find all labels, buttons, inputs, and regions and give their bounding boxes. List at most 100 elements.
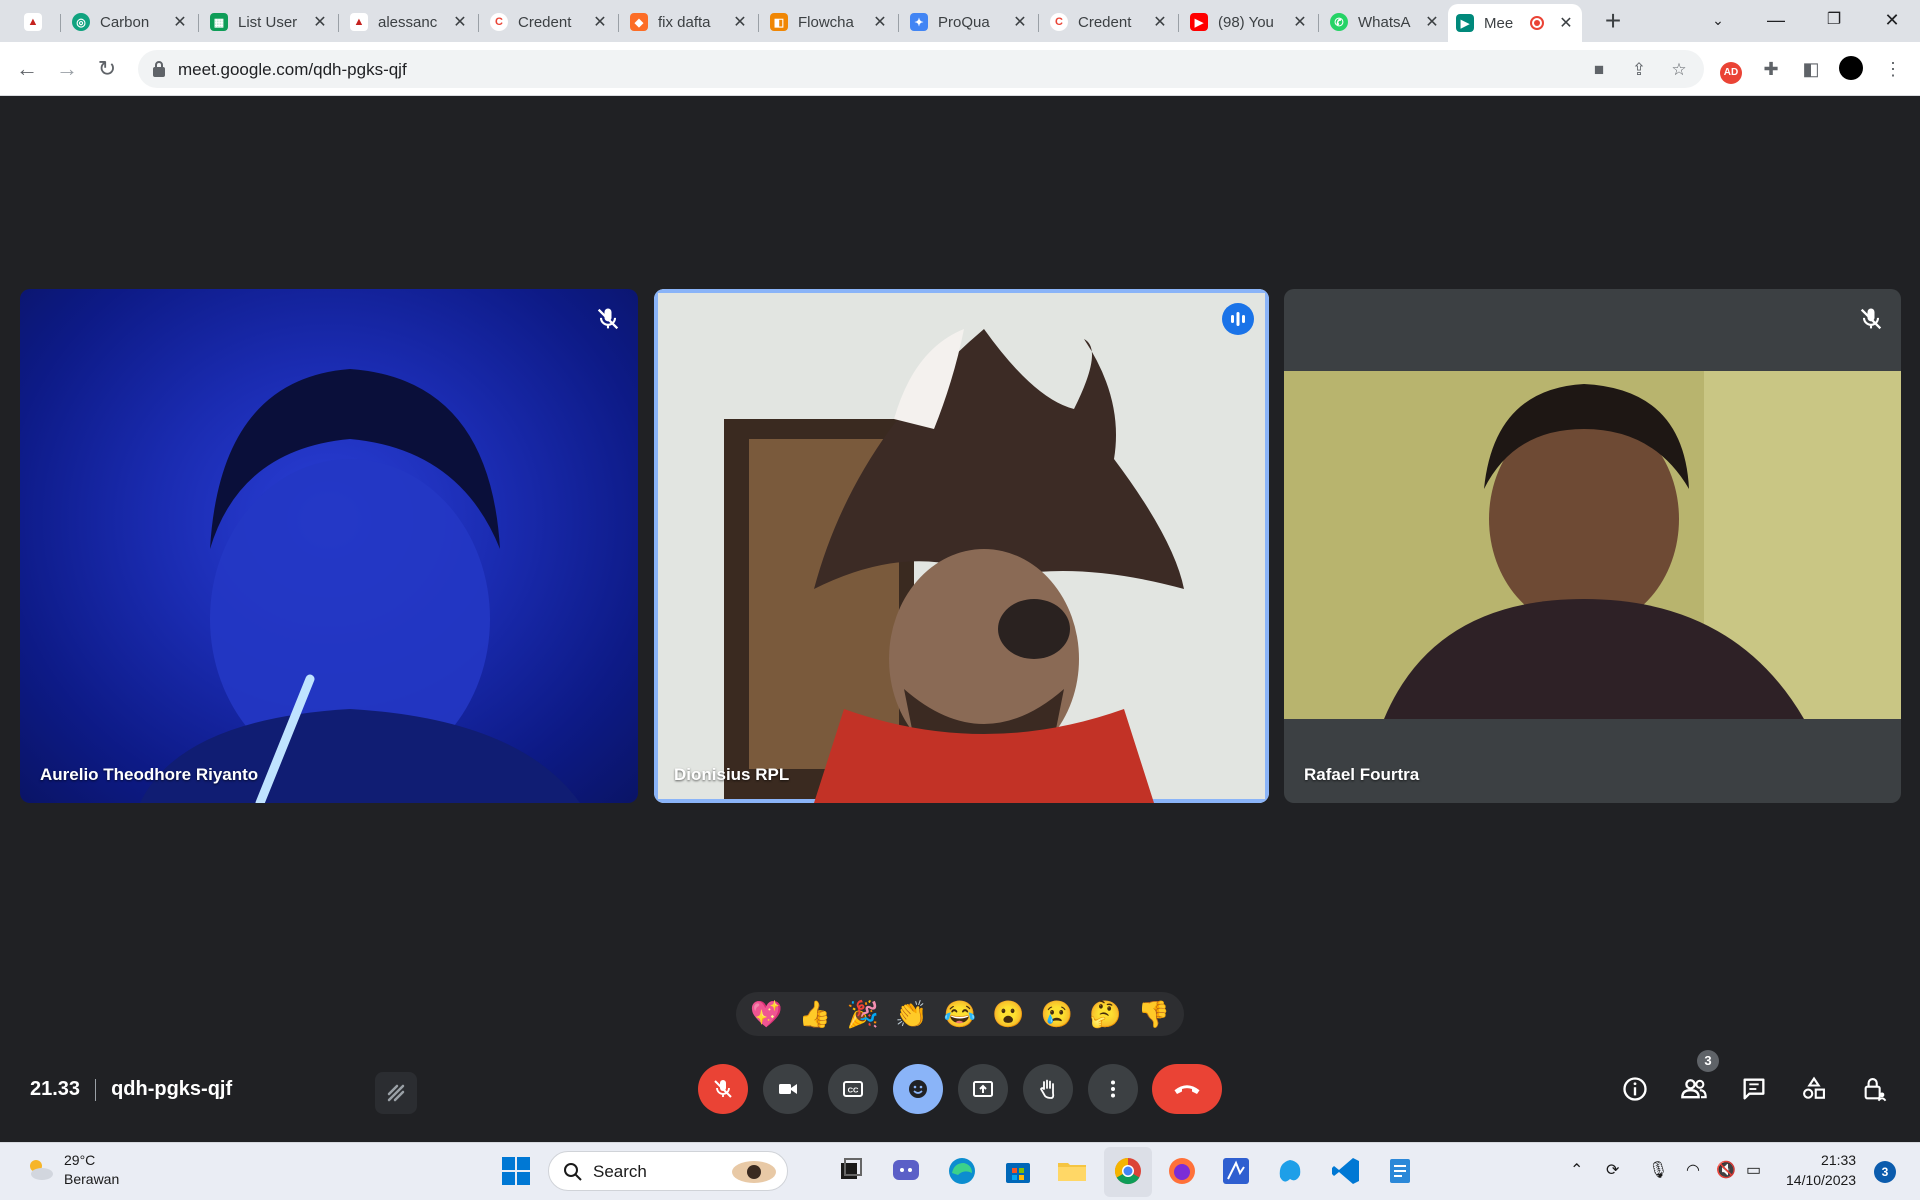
notepad-icon[interactable] <box>1382 1153 1418 1189</box>
reaction-thinking[interactable]: 🤔 <box>1083 999 1127 1030</box>
task-view-icon[interactable] <box>832 1153 868 1189</box>
browser-menu-icon[interactable]: ⋮ <box>1880 56 1906 82</box>
camera-in-use-icon[interactable]: ■ <box>1588 59 1610 81</box>
close-window-button[interactable]: ✕ <box>1870 6 1914 34</box>
host-controls-button[interactable] <box>1858 1072 1892 1106</box>
browser-tab[interactable]: ▲ <box>16 7 56 37</box>
close-tab-icon[interactable]: ✕ <box>872 12 888 32</box>
microphone-icon[interactable]: 🎙 <box>1648 1160 1668 1180</box>
browser-tab[interactable]: ▦ List User ✕ <box>202 7 336 37</box>
browser-tab-active[interactable]: ▶ Mee ✕ <box>1448 4 1582 42</box>
browser-tab[interactable]: C Credent ✕ <box>1042 7 1176 37</box>
captions-button[interactable]: CC <box>828 1064 878 1114</box>
bookmark-star-icon[interactable]: ☆ <box>1668 59 1690 81</box>
reaction-thumbs-down[interactable]: 👎 <box>1132 999 1176 1030</box>
reaction-clapping[interactable]: 👏 <box>890 999 934 1030</box>
close-tab-icon[interactable]: ✕ <box>452 12 468 32</box>
vscode-icon[interactable] <box>1328 1153 1364 1189</box>
browser-tab[interactable]: ◆ fix dafta ✕ <box>622 7 756 37</box>
people-button[interactable] <box>1677 1072 1711 1106</box>
present-screen-button[interactable] <box>958 1064 1008 1114</box>
windows-start-icon[interactable] <box>498 1153 534 1189</box>
share-icon[interactable]: ⇪ <box>1628 59 1650 81</box>
close-tab-icon[interactable]: ✕ <box>1292 12 1308 32</box>
chrome-browser-icon[interactable] <box>1110 1153 1146 1189</box>
adblock-extension-icon[interactable]: AD <box>1718 56 1744 84</box>
close-tab-icon[interactable]: ✕ <box>1012 12 1028 32</box>
tab-divider <box>60 14 61 32</box>
browser-tab[interactable]: ▶ (98) You ✕ <box>1182 7 1316 37</box>
tab-search-button[interactable]: ⌄ <box>1696 6 1740 34</box>
weather-widget[interactable]: 29°C Berawan <box>24 1151 119 1189</box>
leave-call-button[interactable] <box>1152 1064 1222 1114</box>
microsoft-store-icon[interactable] <box>1000 1153 1036 1189</box>
participant-tile[interactable]: Aurelio Theodhore Riyanto <box>20 289 638 803</box>
close-tab-icon[interactable]: ✕ <box>592 12 608 32</box>
edge-browser-icon[interactable] <box>944 1153 980 1189</box>
meeting-details-button[interactable] <box>1618 1072 1652 1106</box>
close-tab-icon[interactable]: ✕ <box>732 12 748 32</box>
browser-tab[interactable]: ✆ WhatsA ✕ <box>1322 7 1448 37</box>
browser-tab[interactable]: ✦ ProQua ✕ <box>902 7 1036 37</box>
wifi-icon[interactable]: ◠ <box>1686 1160 1700 1180</box>
divider <box>95 1078 97 1101</box>
firefox-browser-icon[interactable] <box>1164 1153 1200 1189</box>
taskbar-search-box[interactable]: Search <box>548 1151 788 1191</box>
close-tab-icon[interactable]: ✕ <box>1424 12 1440 32</box>
extensions-puzzle-icon[interactable]: ✚ <box>1758 56 1784 82</box>
meeting-info: 21.33 qdh-pgks-qjf <box>30 1078 232 1101</box>
speaker-muted-icon[interactable]: 🔇 <box>1716 1160 1736 1180</box>
gitlab-icon: ◆ <box>630 13 648 31</box>
reaction-party-popper[interactable]: 🎉 <box>841 999 885 1030</box>
profile-avatar[interactable] <box>1838 56 1864 82</box>
reaction-thumbs-up[interactable]: 👍 <box>793 999 837 1030</box>
battery-icon[interactable]: ▭ <box>1746 1160 1761 1180</box>
participant-tile-active-speaker[interactable]: Dionisius RPL <box>654 289 1269 803</box>
teams-chat-icon[interactable] <box>888 1153 924 1189</box>
google-cloud-icon: C <box>1050 13 1068 31</box>
side-panel-icon[interactable]: ◧ <box>1798 56 1824 82</box>
new-tab-button[interactable]: + <box>1598 6 1628 36</box>
back-button[interactable]: ← <box>12 54 42 84</box>
reload-button[interactable]: ↻ <box>92 54 122 84</box>
close-tab-icon[interactable]: ✕ <box>172 12 188 32</box>
more-vert-icon <box>1111 1080 1115 1098</box>
show-hidden-icons-chevron-icon[interactable]: ⌃ <box>1570 1160 1583 1180</box>
floating-widget-icon[interactable] <box>375 1072 417 1114</box>
chat-button[interactable] <box>1737 1072 1771 1106</box>
sync-icon[interactable]: ⟳ <box>1606 1160 1619 1180</box>
mic-off-icon <box>714 1080 732 1098</box>
close-tab-icon[interactable]: ✕ <box>1152 12 1168 32</box>
notification-badge[interactable]: 3 <box>1874 1161 1896 1183</box>
search-label: Search <box>593 1162 647 1181</box>
browser-tab[interactable]: ◎ Carbon ✕ <box>64 7 196 37</box>
google-sheets-icon: ▦ <box>210 13 228 31</box>
system-clock[interactable]: 21:33 14/10/2023 <box>1786 1150 1856 1190</box>
camera-toggle-button[interactable] <box>763 1064 813 1114</box>
close-tab-icon[interactable]: ✕ <box>1558 13 1574 33</box>
restore-button[interactable]: ❐ <box>1812 6 1856 34</box>
tab-divider <box>1038 14 1039 32</box>
forward-button[interactable]: → <box>52 54 82 84</box>
close-tab-icon[interactable]: ✕ <box>312 12 328 32</box>
more-options-button[interactable] <box>1088 1064 1138 1114</box>
reaction-surprised[interactable]: 😮 <box>986 999 1030 1030</box>
minimize-button[interactable]: — <box>1754 6 1798 34</box>
file-explorer-icon[interactable] <box>1054 1153 1090 1189</box>
chat-icon <box>1743 1078 1765 1100</box>
app-launcher-icon[interactable] <box>1218 1153 1254 1189</box>
browser-tab[interactable]: C Credent ✕ <box>482 7 616 37</box>
windows-taskbar: 29°C Berawan Search ⌃ ⟳ 🎙 ◠ 🔇 ▭ 21:33 14… <box>0 1142 1920 1200</box>
address-bar[interactable]: meet.google.com/qdh-pgks-qjf ■ ⇪ ☆ <box>138 50 1704 88</box>
browser-tab[interactable]: ◧ Flowcha ✕ <box>762 7 896 37</box>
reaction-laughing[interactable]: 😂 <box>938 999 982 1030</box>
activities-button[interactable] <box>1797 1072 1831 1106</box>
microphone-toggle-button[interactable] <box>698 1064 748 1114</box>
reaction-crying[interactable]: 😢 <box>1035 999 1079 1030</box>
browser-tab[interactable]: ▲ alessanc ✕ <box>342 7 476 37</box>
participant-tile[interactable]: Rafael Fourtra <box>1284 289 1901 803</box>
app-blue-blob-icon[interactable] <box>1272 1153 1308 1189</box>
raise-hand-button[interactable] <box>1023 1064 1073 1114</box>
reaction-sparkling-heart[interactable]: 💖 <box>744 999 788 1030</box>
send-reaction-button[interactable] <box>893 1064 943 1114</box>
